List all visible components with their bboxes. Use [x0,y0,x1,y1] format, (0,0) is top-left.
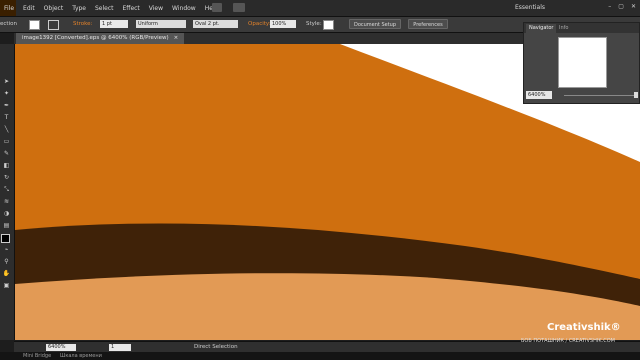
stroke-swatch[interactable] [48,20,59,30]
navigator-zoom-field[interactable]: 6400% [526,91,552,99]
shape-builder-icon[interactable]: ◑ [2,210,11,218]
selection-label: ection [0,21,17,27]
graphic-style-swatch[interactable] [323,20,334,30]
menu-window[interactable]: Window [172,5,196,12]
screen-mode-icon[interactable]: ▣ [2,282,11,290]
close-tab-icon[interactable]: × [174,35,179,41]
document-title: image1392 [Converted].eps @ 6400% (RGB/P… [22,35,169,41]
zoom-tool-icon[interactable]: ⚲ [2,258,11,266]
document-tab[interactable]: image1392 [Converted].eps @ 6400% (RGB/P… [16,33,185,44]
menu-edit[interactable]: Edit [23,5,35,12]
current-tool-status[interactable]: Direct Selection [194,344,238,350]
close-icon[interactable]: ✕ [631,3,636,10]
bridge-icon[interactable] [212,3,222,12]
document-setup-button[interactable]: Document Setup [349,19,401,29]
workspace-switcher[interactable]: Essentials [515,4,545,11]
warp-tool-icon[interactable]: ≋ [2,198,11,206]
timeline-tab[interactable]: Шкала времени [60,352,102,360]
hand-tool-icon[interactable]: ✋ [2,270,11,278]
navigator-panel: Navigator Info 6400% [523,22,640,104]
menu-select[interactable]: Select [95,5,114,12]
magic-wand-icon[interactable]: ✦ [2,90,11,98]
menu-view[interactable]: View [149,5,163,12]
minimize-icon[interactable]: – [608,3,611,10]
selection-tool-icon[interactable]: ➤ [2,78,11,86]
bottom-panel-bar: Mini Bridge Шкала времени [0,352,640,360]
watermark-brand: Creativshik® [547,322,621,333]
watermark-credit: БОБ ПОТАШНИК / CREATIVSHIK.COM [521,338,615,344]
menu-list: File Edit Object Type Select Effect View… [4,0,218,16]
rectangle-tool-icon[interactable]: ▭ [2,138,11,146]
scale-tool-icon[interactable]: ⤡ [2,186,11,194]
type-tool-icon[interactable]: T [2,114,11,122]
stroke-weight-field[interactable]: 1 pt [100,20,128,28]
brush-definition[interactable]: Oval 2 pt. [193,20,238,28]
menu-type[interactable]: Type [72,5,86,12]
opacity-field[interactable]: 100% [270,20,296,28]
zoom-field[interactable]: 6400% [46,344,76,351]
window-controls: – ▢ ✕ [608,3,636,10]
gradient-tool-icon[interactable]: ▤ [2,222,11,230]
navigator-tabs: Navigator Info [524,23,639,33]
menu-file[interactable]: File [4,5,14,12]
tab-navigator[interactable]: Navigator [526,24,557,33]
navigator-thumbnail[interactable] [558,37,607,88]
menu-bar: File Edit Object Type Select Effect View… [0,0,640,17]
rotate-tool-icon[interactable]: ↻ [2,174,11,182]
pen-tool-icon[interactable]: ✒ [2,102,11,110]
arrange-documents-icon[interactable] [233,3,245,12]
navigator-zoom-slider[interactable] [564,95,634,96]
style-label: Style: [306,21,322,27]
preferences-button[interactable]: Preferences [408,19,448,29]
brush-tool-icon[interactable]: ✎ [2,150,11,158]
opacity-label[interactable]: Opacity: [248,21,271,27]
mini-bridge-tab[interactable]: Mini Bridge [23,352,51,360]
maximize-icon[interactable]: ▢ [618,3,624,10]
fill-swatch[interactable] [29,20,40,30]
variable-width-profile[interactable]: Uniform [136,20,186,28]
menu-effect[interactable]: Effect [123,5,140,12]
artboard-number-field[interactable]: 1 [109,344,131,351]
eyedropper-tool-icon[interactable]: ⌁ [2,246,11,254]
fill-color-icon[interactable] [1,234,10,243]
menu-object[interactable]: Object [44,5,64,12]
line-tool-icon[interactable]: ╲ [2,126,11,134]
navigator-zoom-knob[interactable] [634,92,638,98]
tools-panel: ➤ ✦ ✒ T ╲ ▭ ✎ ◧ ↻ ⤡ ≋ ◑ ▤ ⌁ ⚲ ✋ ▣ [0,44,15,340]
eraser-tool-icon[interactable]: ◧ [2,162,11,170]
document-tab-bar: image1392 [Converted].eps @ 6400% (RGB/P… [14,33,524,44]
stroke-label[interactable]: Stroke: [73,21,92,27]
tab-info[interactable]: Info [556,24,571,33]
